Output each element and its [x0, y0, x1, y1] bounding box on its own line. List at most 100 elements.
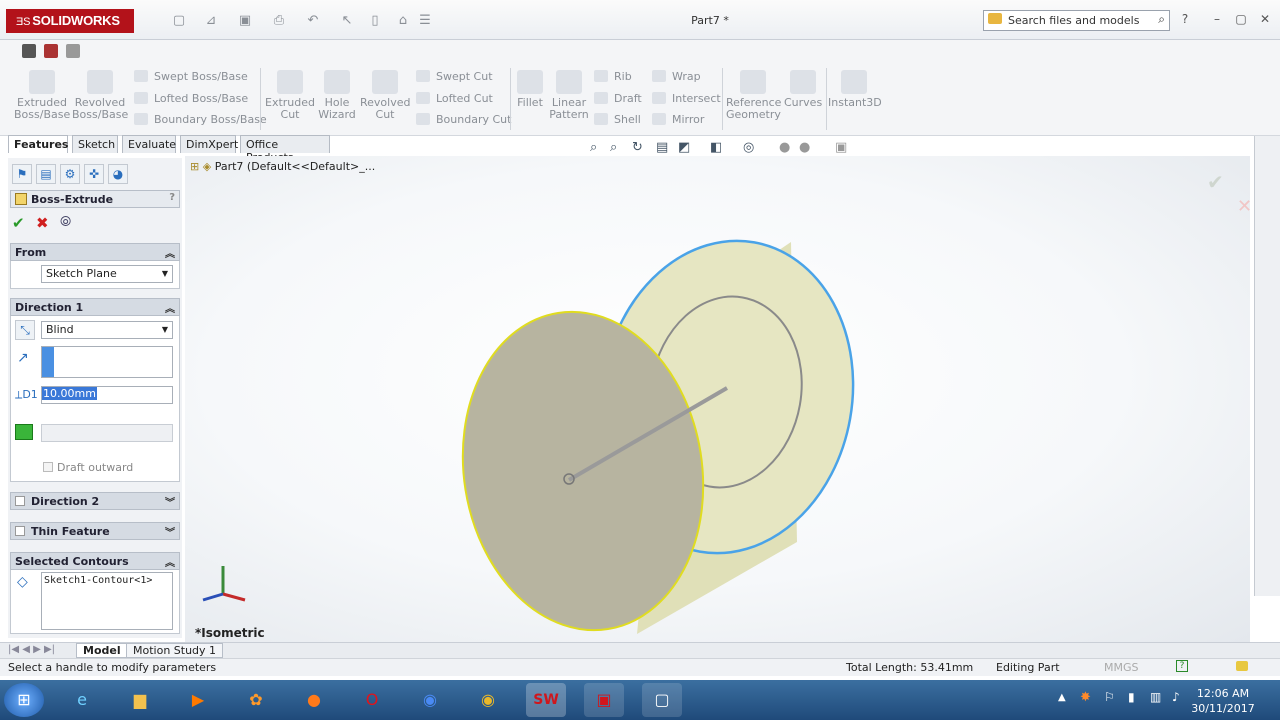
tab-evaluate[interactable]: Evaluate: [122, 135, 176, 153]
start-button[interactable]: ⊞: [4, 683, 44, 717]
fillet-button[interactable]: Fillet: [514, 70, 546, 109]
pdf-icon[interactable]: ▣: [584, 683, 624, 717]
open-file-icon[interactable]: ⊿: [202, 13, 220, 29]
zoom-to-area-icon[interactable]: ⌕: [610, 140, 617, 155]
section-view-icon[interactable]: ▤: [656, 140, 668, 155]
draft-button[interactable]: Draft: [594, 92, 642, 105]
undo-icon[interactable]: ↶: [304, 13, 322, 29]
chromium-icon[interactable]: ◉: [410, 683, 450, 717]
cylinder-model[interactable]: [185, 156, 1250, 642]
end-condition-select[interactable]: Blind ▼: [41, 321, 173, 339]
boundary-cut-button[interactable]: Boundary Cut: [416, 113, 511, 126]
swept-boss-button[interactable]: Swept Boss/Base: [134, 70, 248, 83]
from-select[interactable]: Sketch Plane ▼: [41, 265, 173, 283]
new-file-icon[interactable]: ▢: [170, 13, 188, 29]
revolved-cut-button[interactable]: Revolved Cut: [360, 70, 410, 121]
tab-features[interactable]: Features: [8, 135, 68, 153]
direction2-section-header[interactable]: Direction 2 ︾: [10, 492, 180, 510]
tray-app-icon[interactable]: ✸: [1080, 690, 1091, 705]
swept-cut-button[interactable]: Swept Cut: [416, 70, 493, 83]
draft-toggle-icon[interactable]: [15, 424, 33, 440]
display-style-icon[interactable]: ◧: [710, 140, 722, 155]
confirm-corner-cancel-icon[interactable]: ✕: [1237, 196, 1252, 217]
help-icon[interactable]: ?: [1176, 12, 1194, 26]
task-pane[interactable]: [1254, 136, 1280, 596]
ok-button[interactable]: ✔: [12, 214, 25, 232]
draft-outward-checkbox[interactable]: [43, 462, 53, 472]
contours-list[interactable]: Sketch1-Contour<1>: [41, 572, 173, 630]
shell-button[interactable]: Shell: [594, 113, 641, 126]
close-icon[interactable]: ✕: [1256, 12, 1274, 26]
selected-contours-section-header[interactable]: Selected Contours ︽: [10, 552, 180, 570]
options-icon[interactable]: ⌂: [394, 13, 412, 29]
show-hidden-icons[interactable]: ▲: [1058, 692, 1066, 703]
list-item[interactable]: Sketch1-Contour<1>: [44, 575, 152, 586]
print-icon[interactable]: ⎙: [270, 13, 288, 29]
app-icon[interactable]: ✿: [236, 683, 276, 717]
tab-motion-study[interactable]: Motion Study 1: [126, 643, 224, 658]
hole-wizard-button[interactable]: Hole Wizard: [314, 70, 360, 121]
direction1-section-header[interactable]: Direction 1 ︽: [10, 298, 180, 316]
tab-scroll-icon[interactable]: |◀ ◀ ▶ ▶|: [8, 644, 55, 655]
reference-geometry-button[interactable]: Reference Geometry: [726, 70, 781, 121]
intersect-button[interactable]: Intersect: [652, 92, 721, 105]
search-input[interactable]: Search files and models ⌕: [983, 10, 1170, 31]
confirm-corner-ok-icon[interactable]: ✔: [1207, 170, 1224, 194]
scene-icon[interactable]: [66, 44, 80, 58]
file-explorer-icon[interactable]: ▆: [120, 683, 160, 717]
tab-dimxpert[interactable]: DimXpert: [180, 135, 238, 153]
hide-show-items-icon[interactable]: ◎: [743, 140, 754, 155]
opera-icon[interactable]: O: [352, 683, 392, 717]
direction-vector-field[interactable]: [41, 346, 173, 378]
graphics-area[interactable]: ✔ ✕ *Isometric: [185, 156, 1252, 642]
apply-scene-icon[interactable]: ●: [799, 140, 810, 155]
help-icon[interactable]: ?: [169, 192, 175, 203]
configuration-manager-tab-icon[interactable]: ⚙: [60, 164, 80, 184]
dimxpert-manager-tab-icon[interactable]: ✜: [84, 164, 104, 184]
direction2-checkbox[interactable]: [15, 496, 25, 506]
chrome-icon[interactable]: ◉: [468, 683, 508, 717]
feature-manager-tab-icon[interactable]: ⚑: [12, 164, 32, 184]
tab-model[interactable]: Model: [76, 643, 128, 658]
thin-feature-section-header[interactable]: Thin Feature ︾: [10, 522, 180, 540]
depth-input[interactable]: 10.00mm: [41, 386, 173, 404]
revolved-boss-button[interactable]: Revolved Boss/Base: [72, 70, 128, 121]
reverse-direction-icon[interactable]: ⤡: [15, 320, 35, 340]
tab-sketch[interactable]: Sketch: [72, 135, 118, 153]
search-icon[interactable]: ⌕: [1158, 12, 1165, 27]
render-icon[interactable]: [44, 44, 58, 58]
curves-button[interactable]: Curves: [784, 70, 822, 109]
rib-button[interactable]: Rib: [594, 70, 632, 83]
extruded-cut-button[interactable]: Extruded Cut: [264, 70, 316, 121]
media-player-icon[interactable]: ▶: [178, 683, 218, 717]
cancel-button[interactable]: ✖: [36, 214, 49, 232]
rebuild-icon[interactable]: ▯: [366, 13, 384, 29]
clock[interactable]: 12:06 AM 30/11/2017: [1188, 686, 1258, 716]
unit-system[interactable]: MMGS: [1104, 661, 1139, 674]
linear-pattern-button[interactable]: Linear Pattern: [548, 70, 590, 121]
boundary-boss-button[interactable]: Boundary Boss/Base: [134, 113, 267, 126]
solidworks-taskbar-icon[interactable]: SW: [526, 683, 566, 717]
select-icon[interactable]: ↖: [338, 13, 356, 29]
display-manager-tab-icon[interactable]: ◕: [108, 164, 128, 184]
view-orientation-icon[interactable]: ◩: [678, 140, 690, 155]
detailed-preview-button[interactable]: ⦾: [60, 214, 71, 230]
firefox-icon[interactable]: ●: [294, 683, 334, 717]
from-section-header[interactable]: From ︽: [10, 243, 180, 261]
feature-tree-flyout[interactable]: ⊞ ◈ Part7 (Default<<Default>_...: [190, 160, 375, 173]
tag-icon[interactable]: [1236, 661, 1248, 671]
maximize-icon[interactable]: ▢: [1232, 12, 1250, 26]
camera-icon[interactable]: [22, 44, 36, 58]
wrap-button[interactable]: Wrap: [652, 70, 701, 83]
help-icon[interactable]: ?: [1176, 660, 1188, 672]
volume-icon[interactable]: ♪: [1172, 690, 1180, 704]
view-settings-icon[interactable]: ▣: [835, 140, 847, 155]
instant3d-button[interactable]: Instant3D: [828, 70, 882, 109]
solidworks-logo[interactable]: ƎS SOLIDWORKS: [6, 9, 134, 33]
zoom-to-fit-icon[interactable]: ⌕: [590, 140, 597, 155]
minimize-icon[interactable]: –: [1208, 12, 1226, 26]
previous-view-icon[interactable]: ↻: [632, 140, 643, 155]
network-icon[interactable]: ▥: [1150, 690, 1161, 704]
lofted-cut-button[interactable]: Lofted Cut: [416, 92, 493, 105]
file-properties-icon[interactable]: ☰: [416, 13, 434, 29]
